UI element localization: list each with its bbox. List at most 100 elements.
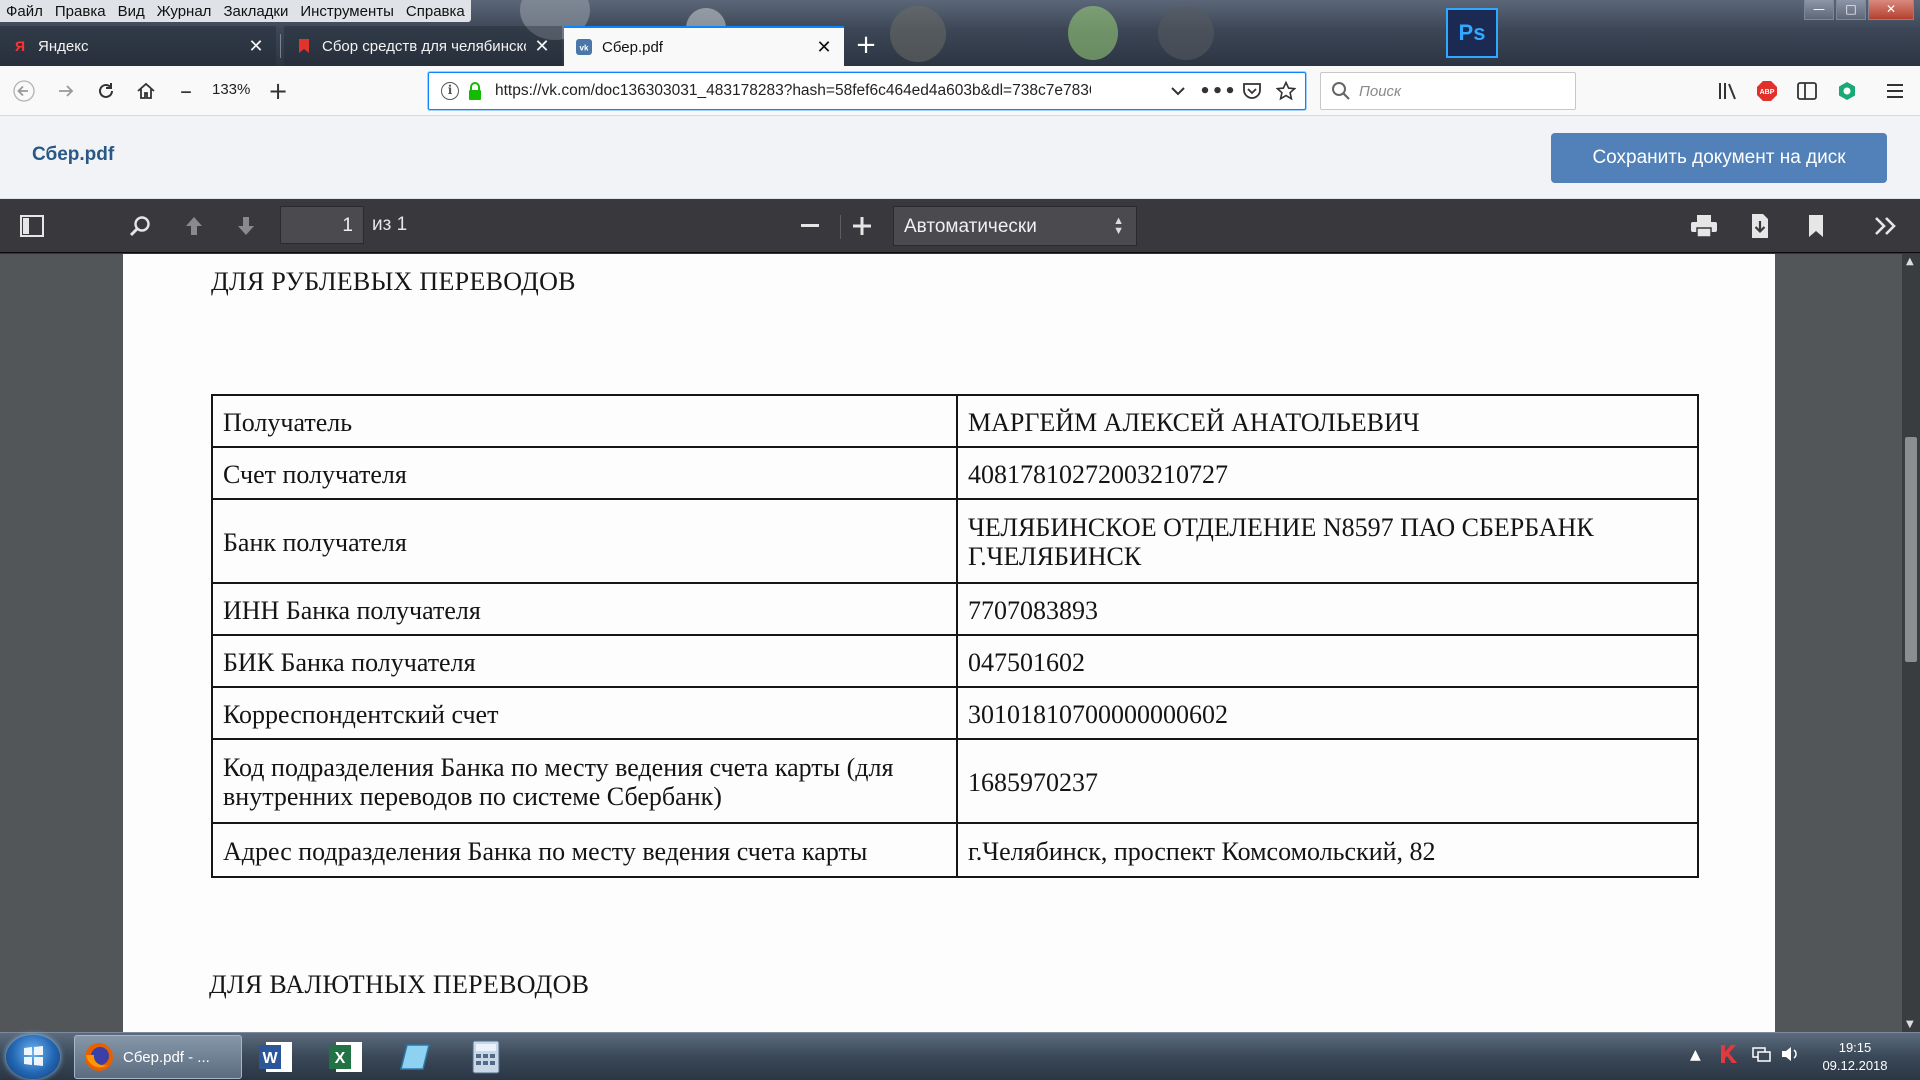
table-row: Счет получателя 40817810272003210727 xyxy=(211,446,1699,500)
bank-details-table: Получатель МАРГЕЙМ АЛЕКСЕЙ АНАТОЛЬЕВИЧ С… xyxy=(211,394,1699,878)
site-info-icon[interactable]: i xyxy=(441,82,459,100)
background-decoration xyxy=(1158,6,1214,60)
calculator-icon xyxy=(472,1040,500,1074)
new-tab-icon[interactable]: + xyxy=(852,30,880,60)
taskbar-calculator[interactable] xyxy=(456,1035,516,1079)
zoom-level[interactable]: 133% xyxy=(212,81,250,98)
taskbar-notes[interactable] xyxy=(386,1035,446,1079)
save-to-disk-button[interactable]: Сохранить документ на диск xyxy=(1551,133,1887,183)
menu-tools[interactable]: Инструменты xyxy=(294,0,400,22)
window-close-button[interactable]: ✕ xyxy=(1868,0,1914,20)
tab-title: Сбер.pdf xyxy=(602,38,663,56)
zoom-in-icon[interactable]: + xyxy=(262,75,294,107)
zoom-in-icon[interactable] xyxy=(846,211,878,241)
menu-view[interactable]: Вид xyxy=(112,0,151,22)
tools-double-chevron-icon[interactable] xyxy=(1870,211,1902,241)
windows-logo-icon xyxy=(24,1046,43,1066)
scale-select[interactable]: Автоматически ▲ ▼ xyxy=(893,206,1137,246)
address-bar[interactable]: i https://vk.com/doc136303031_483178283?… xyxy=(428,72,1306,110)
network-tray-icon[interactable] xyxy=(1752,1045,1772,1067)
tray-expand-icon[interactable]: ▲ xyxy=(1690,1047,1701,1063)
tab-close-icon[interactable]: ✕ xyxy=(816,37,832,58)
zoom-out-icon[interactable] xyxy=(794,211,826,241)
table-cell-label: Адрес подразделения Банка по месту веден… xyxy=(211,822,958,878)
menu-edit[interactable]: Правка xyxy=(49,0,112,22)
tab-fundraising[interactable]: Сбор средств для челябинского ✕ xyxy=(284,26,562,66)
dropdown-chevron-icon[interactable] xyxy=(1165,79,1191,103)
pdf-toolbar: 1 из 1 Автоматически ▲ ▼ xyxy=(0,199,1920,253)
volume-tray-icon[interactable] xyxy=(1780,1045,1800,1067)
forward-arrow-icon[interactable] xyxy=(50,75,82,107)
bookmark-icon[interactable] xyxy=(1800,211,1832,241)
ruble-transfers-heading: ДЛЯ РУБЛЕВЫХ ПЕРЕВОДОВ xyxy=(211,267,576,296)
menu-bar: Файл Правка Вид Журнал Закладки Инструме… xyxy=(0,0,471,22)
clock-time: 19:15 xyxy=(1838,1040,1872,1055)
pdf-viewer[interactable]: ДЛЯ РУБЛЕВЫХ ПЕРЕВОДОВ Получатель МАРГЕЙ… xyxy=(0,254,1920,1032)
clock-date: 09.12.2018 xyxy=(1822,1058,1888,1073)
hamburger-menu-icon[interactable] xyxy=(1880,76,1910,106)
tab-close-icon[interactable]: ✕ xyxy=(534,36,550,57)
menu-history[interactable]: Журнал xyxy=(151,0,218,22)
sidebar-toggle-icon[interactable] xyxy=(16,211,48,241)
sidebar-toggle-icon[interactable] xyxy=(1792,76,1822,106)
previous-page-icon[interactable] xyxy=(178,211,210,241)
document-title[interactable]: Сбер.pdf xyxy=(32,144,114,166)
svg-text:ABP: ABP xyxy=(1760,89,1775,96)
taskbar-firefox[interactable]: Сбер.pdf - ... xyxy=(74,1035,242,1079)
tab-yandex[interactable]: Я Яндекс ✕ xyxy=(0,26,276,66)
page-number-input[interactable]: 1 xyxy=(280,206,364,244)
table-cell-label: БИК Банка получателя xyxy=(211,634,958,688)
menu-bookmarks[interactable]: Закладки xyxy=(217,0,294,22)
scroll-up-arrow-icon[interactable]: ▲ xyxy=(1906,256,1914,267)
back-arrow-icon[interactable] xyxy=(8,75,40,107)
next-page-icon[interactable] xyxy=(230,211,262,241)
background-decoration xyxy=(890,6,946,62)
pocket-icon[interactable] xyxy=(1239,79,1265,103)
select-arrows-icon: ▲ ▼ xyxy=(1113,215,1124,237)
bookmark-star-icon[interactable] xyxy=(1273,79,1299,103)
adblock-icon[interactable]: ABP xyxy=(1752,76,1782,106)
table-cell-value: МАРГЕЙМ АЛЕКСЕЙ АНАТОЛЬЕВИЧ xyxy=(956,394,1699,448)
table-row: Банк получателя ЧЕЛЯБИНСКОЕ ОТДЕЛЕНИЕ N8… xyxy=(211,498,1699,584)
zoom-out-icon[interactable]: – xyxy=(170,75,202,107)
yandex-favicon-icon: Я xyxy=(14,38,26,54)
library-icon[interactable] xyxy=(1713,76,1743,106)
print-icon[interactable] xyxy=(1688,211,1720,241)
scrollbar-thumb[interactable] xyxy=(1905,437,1917,662)
secure-lock-icon[interactable] xyxy=(467,81,483,105)
extension-icon[interactable] xyxy=(1832,76,1862,106)
page-actions-icon[interactable]: ••• xyxy=(1199,79,1236,103)
download-icon[interactable] xyxy=(1744,211,1776,241)
taskbar-excel[interactable]: X xyxy=(316,1035,376,1079)
find-search-icon[interactable] xyxy=(124,211,156,241)
table-row: Адрес подразделения Банка по месту веден… xyxy=(211,822,1699,878)
home-icon[interactable] xyxy=(130,75,162,107)
system-clock[interactable]: 19:15 09.12.2018 xyxy=(1800,1039,1910,1075)
scroll-down-arrow-icon[interactable]: ▼ xyxy=(1906,1019,1914,1030)
table-cell-label: Код подразделения Банка по месту ведения… xyxy=(211,738,958,824)
menu-file[interactable]: Файл xyxy=(0,0,49,22)
svg-text:W: W xyxy=(262,1050,278,1067)
document-header: Сбер.pdf Сохранить документ на диск xyxy=(0,116,1920,199)
taskbar-word[interactable]: W xyxy=(246,1035,306,1079)
minimize-button[interactable]: — xyxy=(1804,0,1834,20)
table-row: ИНН Банка получателя 7707083893 xyxy=(211,582,1699,636)
table-row: БИК Банка получателя 047501602 xyxy=(211,634,1699,688)
menu-help[interactable]: Справка xyxy=(400,0,471,22)
table-cell-label: ИНН Банка получателя xyxy=(211,582,958,636)
start-button[interactable] xyxy=(6,1035,60,1079)
vertical-scrollbar[interactable]: ▲ ▼ xyxy=(1902,254,1920,1032)
word-icon: W xyxy=(259,1042,292,1072)
browser-titlebar: Ps Файл Правка Вид Журнал Закладки Инстр… xyxy=(0,0,1920,66)
reload-icon[interactable] xyxy=(90,75,122,107)
maximize-button[interactable]: □ xyxy=(1836,0,1866,20)
table-row: Корреспондентский счет 30101810700000000… xyxy=(211,686,1699,740)
url-text[interactable]: https://vk.com/doc136303031_483178283?ha… xyxy=(495,82,1091,100)
scale-select-value: Автоматически xyxy=(904,216,1037,237)
red-bookmark-favicon-icon xyxy=(296,38,312,54)
search-bar[interactable]: Поиск xyxy=(1320,72,1576,110)
kaspersky-tray-icon[interactable] xyxy=(1718,1043,1740,1069)
tab-sber-pdf[interactable]: vk Сбер.pdf ✕ xyxy=(564,26,844,66)
tab-title: Яндекс xyxy=(38,37,89,55)
tab-close-icon[interactable]: ✕ xyxy=(248,36,264,57)
